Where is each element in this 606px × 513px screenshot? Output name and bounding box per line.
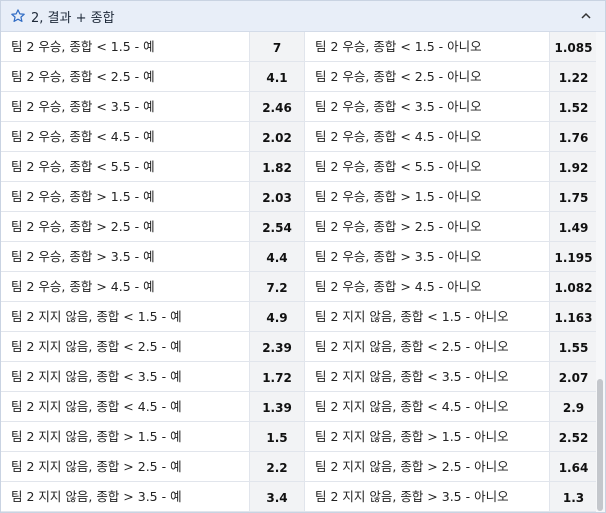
right-outcome-label[interactable]: 팀 2 우승, 종합 < 4.5 - 아니오 <box>304 122 549 151</box>
odds-row: 팀 2 지지 않음, 종합 < 1.5 - 예 4.9 팀 2 지지 않음, 종… <box>1 302 597 332</box>
right-odds-button[interactable]: 1.92 <box>549 152 597 181</box>
left-odds-button[interactable]: 1.5 <box>249 422 304 451</box>
right-outcome-label[interactable]: 팀 2 지지 않음, 종합 < 1.5 - 아니오 <box>304 302 549 331</box>
right-outcome-label[interactable]: 팀 2 우승, 종합 > 4.5 - 아니오 <box>304 272 549 301</box>
right-outcome-label[interactable]: 팀 2 우승, 종합 < 1.5 - 아니오 <box>304 32 549 61</box>
odds-table: 팀 2 우승, 종합 < 1.5 - 예 7 팀 2 우승, 종합 < 1.5 … <box>1 32 597 512</box>
left-odds-button[interactable]: 4.4 <box>249 242 304 271</box>
right-odds-button[interactable]: 1.082 <box>549 272 597 301</box>
right-odds-button[interactable]: 1.52 <box>549 92 597 121</box>
right-odds-button[interactable]: 1.22 <box>549 62 597 91</box>
market-title: 2, 결과 + 종합 <box>31 11 115 26</box>
right-outcome-label[interactable]: 팀 2 지지 않음, 종합 > 3.5 - 아니오 <box>304 482 549 511</box>
odds-row: 팀 2 우승, 종합 < 2.5 - 예 4.1 팀 2 우승, 종합 < 2.… <box>1 62 597 92</box>
left-outcome-label[interactable]: 팀 2 지지 않음, 종합 < 3.5 - 예 <box>1 362 249 391</box>
left-odds-button[interactable]: 7.2 <box>249 272 304 301</box>
left-odds-button[interactable]: 7 <box>249 32 304 61</box>
left-outcome-label[interactable]: 팀 2 우승, 종합 < 4.5 - 예 <box>1 122 249 151</box>
right-outcome-label[interactable]: 팀 2 우승, 종합 > 2.5 - 아니오 <box>304 212 549 241</box>
left-odds-button[interactable]: 2.54 <box>249 212 304 241</box>
right-outcome-label[interactable]: 팀 2 우승, 종합 > 3.5 - 아니오 <box>304 242 549 271</box>
left-outcome-label[interactable]: 팀 2 우승, 종합 < 1.5 - 예 <box>1 32 249 61</box>
odds-row: 팀 2 지지 않음, 종합 < 3.5 - 예 1.72 팀 2 지지 않음, … <box>1 362 597 392</box>
odds-row: 팀 2 우승, 종합 < 3.5 - 예 2.46 팀 2 우승, 종합 < 3… <box>1 92 597 122</box>
odds-row: 팀 2 지지 않음, 종합 > 1.5 - 예 1.5 팀 2 지지 않음, 종… <box>1 422 597 452</box>
left-outcome-label[interactable]: 팀 2 지지 않음, 종합 < 4.5 - 예 <box>1 392 249 421</box>
left-odds-button[interactable]: 2.46 <box>249 92 304 121</box>
odds-row: 팀 2 우승, 종합 > 1.5 - 예 2.03 팀 2 우승, 종합 > 1… <box>1 182 597 212</box>
right-odds-button[interactable]: 1.085 <box>549 32 597 61</box>
left-outcome-label[interactable]: 팀 2 지지 않음, 종합 < 1.5 - 예 <box>1 302 249 331</box>
odds-row: 팀 2 지지 않음, 종합 < 4.5 - 예 1.39 팀 2 지지 않음, … <box>1 392 597 422</box>
left-outcome-label[interactable]: 팀 2 지지 않음, 종합 > 1.5 - 예 <box>1 422 249 451</box>
left-odds-button[interactable]: 3.4 <box>249 482 304 511</box>
star-outline-icon[interactable] <box>10 8 26 24</box>
right-odds-button[interactable]: 1.49 <box>549 212 597 241</box>
right-odds-button[interactable]: 1.3 <box>549 482 597 511</box>
left-odds-button[interactable]: 4.9 <box>249 302 304 331</box>
right-odds-button[interactable]: 2.52 <box>549 422 597 451</box>
left-odds-button[interactable]: 4.1 <box>249 62 304 91</box>
right-odds-button[interactable]: 1.163 <box>549 302 597 331</box>
left-odds-button[interactable]: 2.39 <box>249 332 304 361</box>
odds-row: 팀 2 우승, 종합 > 2.5 - 예 2.54 팀 2 우승, 종합 > 2… <box>1 212 597 242</box>
left-outcome-label[interactable]: 팀 2 우승, 종합 > 1.5 - 예 <box>1 182 249 211</box>
odds-row: 팀 2 우승, 종합 > 3.5 - 예 4.4 팀 2 우승, 종합 > 3.… <box>1 242 597 272</box>
odds-row: 팀 2 우승, 종합 > 4.5 - 예 7.2 팀 2 우승, 종합 > 4.… <box>1 272 597 302</box>
left-outcome-label[interactable]: 팀 2 지지 않음, 종합 > 3.5 - 예 <box>1 482 249 511</box>
right-outcome-label[interactable]: 팀 2 우승, 종합 < 2.5 - 아니오 <box>304 62 549 91</box>
chevron-up-icon[interactable] <box>581 11 591 21</box>
left-outcome-label[interactable]: 팀 2 우승, 종합 < 3.5 - 예 <box>1 92 249 121</box>
left-odds-button[interactable]: 1.72 <box>249 362 304 391</box>
right-odds-button[interactable]: 1.75 <box>549 182 597 211</box>
right-odds-button[interactable]: 2.9 <box>549 392 597 421</box>
left-outcome-label[interactable]: 팀 2 우승, 종합 > 3.5 - 예 <box>1 242 249 271</box>
scrollbar-thumb[interactable] <box>597 379 603 511</box>
odds-row: 팀 2 지지 않음, 종합 > 2.5 - 예 2.2 팀 2 지지 않음, 종… <box>1 452 597 482</box>
left-outcome-label[interactable]: 팀 2 우승, 종합 < 5.5 - 예 <box>1 152 249 181</box>
right-outcome-label[interactable]: 팀 2 지지 않음, 종합 > 1.5 - 아니오 <box>304 422 549 451</box>
left-outcome-label[interactable]: 팀 2 우승, 종합 < 2.5 - 예 <box>1 62 249 91</box>
right-odds-button[interactable]: 1.195 <box>549 242 597 271</box>
left-outcome-label[interactable]: 팀 2 우승, 종합 > 2.5 - 예 <box>1 212 249 241</box>
left-odds-button[interactable]: 1.82 <box>249 152 304 181</box>
odds-row: 팀 2 우승, 종합 < 1.5 - 예 7 팀 2 우승, 종합 < 1.5 … <box>1 32 597 62</box>
odds-row: 팀 2 지지 않음, 종합 < 2.5 - 예 2.39 팀 2 지지 않음, … <box>1 332 597 362</box>
right-outcome-label[interactable]: 팀 2 지지 않음, 종합 < 3.5 - 아니오 <box>304 362 549 391</box>
left-outcome-label[interactable]: 팀 2 지지 않음, 종합 > 2.5 - 예 <box>1 452 249 481</box>
right-outcome-label[interactable]: 팀 2 지지 않음, 종합 < 4.5 - 아니오 <box>304 392 549 421</box>
right-odds-button[interactable]: 1.55 <box>549 332 597 361</box>
market-panel: 2, 결과 + 종합 팀 2 우승, 종합 < 1.5 - 예 7 팀 2 우승… <box>0 0 606 513</box>
left-odds-button[interactable]: 1.39 <box>249 392 304 421</box>
right-outcome-label[interactable]: 팀 2 지지 않음, 종합 < 2.5 - 아니오 <box>304 332 549 361</box>
right-outcome-label[interactable]: 팀 2 지지 않음, 종합 > 2.5 - 아니오 <box>304 452 549 481</box>
right-odds-button[interactable]: 2.07 <box>549 362 597 391</box>
left-outcome-label[interactable]: 팀 2 우승, 종합 > 4.5 - 예 <box>1 272 249 301</box>
right-odds-button[interactable]: 1.76 <box>549 122 597 151</box>
odds-row: 팀 2 지지 않음, 종합 > 3.5 - 예 3.4 팀 2 지지 않음, 종… <box>1 482 597 512</box>
odds-row: 팀 2 우승, 종합 < 4.5 - 예 2.02 팀 2 우승, 종합 < 4… <box>1 122 597 152</box>
left-odds-button[interactable]: 2.2 <box>249 452 304 481</box>
right-outcome-label[interactable]: 팀 2 우승, 종합 < 3.5 - 아니오 <box>304 92 549 121</box>
left-odds-button[interactable]: 2.02 <box>249 122 304 151</box>
left-outcome-label[interactable]: 팀 2 지지 않음, 종합 < 2.5 - 예 <box>1 332 249 361</box>
right-odds-button[interactable]: 1.64 <box>549 452 597 481</box>
odds-row: 팀 2 우승, 종합 < 5.5 - 예 1.82 팀 2 우승, 종합 < 5… <box>1 152 597 182</box>
right-outcome-label[interactable]: 팀 2 우승, 종합 > 1.5 - 아니오 <box>304 182 549 211</box>
right-outcome-label[interactable]: 팀 2 우승, 종합 < 5.5 - 아니오 <box>304 152 549 181</box>
left-odds-button[interactable]: 2.03 <box>249 182 304 211</box>
market-header[interactable]: 2, 결과 + 종합 <box>1 1 605 32</box>
